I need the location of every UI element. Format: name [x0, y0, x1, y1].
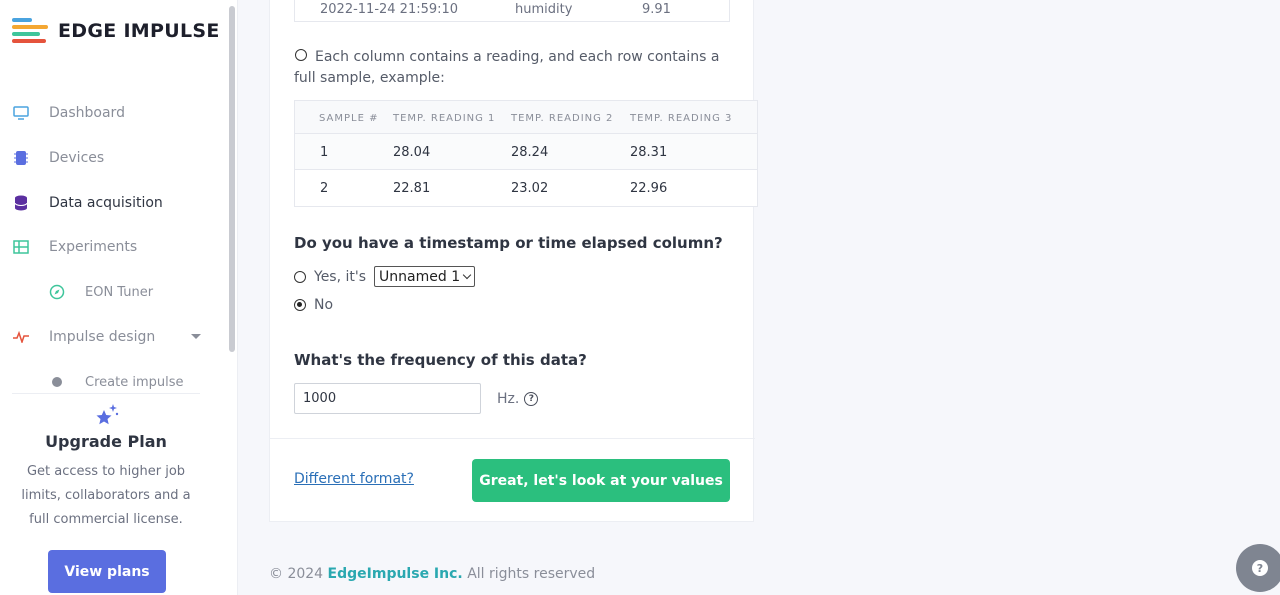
table-cell: 23.02: [511, 181, 549, 196]
different-format-link[interactable]: Different format?: [294, 471, 414, 487]
column-header: SAMPLE #: [319, 113, 379, 124]
logo[interactable]: EDGE IMPULSE: [12, 18, 220, 44]
view-plans-button[interactable]: View plans: [48, 550, 166, 593]
sidebar-item-devices[interactable]: Devices: [0, 138, 228, 178]
column-header: TEMP. READING 2: [511, 113, 614, 124]
timestamp-column-select[interactable]: Unnamed 1: [374, 266, 476, 287]
sidebar-item-create-impulse[interactable]: Create impulse: [0, 362, 228, 392]
option-columns-radio[interactable]: [295, 49, 307, 61]
timestamp-no-radio[interactable]: [294, 299, 306, 311]
sidebar-item-experiments[interactable]: Experiments: [0, 227, 228, 267]
sidebar-item-label: Devices: [49, 150, 105, 166]
sidebar-item-label: Impulse design: [49, 329, 156, 345]
sidebar-item-label: Data acquisition: [49, 195, 163, 211]
sparkle-star-icon: [96, 404, 119, 425]
help-icon[interactable]: ?: [524, 392, 539, 406]
frequency-unit-label: Hz.: [497, 391, 520, 407]
pulse-icon: [12, 328, 30, 346]
sidebar-item-eon-tuner[interactable]: EON Tuner: [0, 272, 228, 312]
upgrade-title: Upgrade Plan: [45, 432, 167, 451]
example-table-partial: 2022-11-24 21:59:10 humidity 9.91: [294, 0, 730, 22]
brand-name: EDGE IMPULSE: [58, 20, 220, 42]
timestamp-no-label: No: [314, 297, 334, 313]
sidebar-item-dashboard[interactable]: Dashboard: [0, 93, 228, 133]
table-cell: humidity: [515, 2, 573, 17]
table-cell: 2022-11-24 21:59:10: [320, 2, 459, 17]
look-at-values-button[interactable]: Great, let's look at your values: [472, 459, 730, 502]
table-cell: 1: [320, 145, 329, 160]
footer-copyright: © 2024: [269, 566, 324, 582]
table-cell: 22.81: [393, 181, 431, 196]
sidebar-item-label: Experiments: [49, 239, 138, 255]
monitor-icon: [12, 104, 30, 122]
timestamp-yes-label: Yes, it's: [314, 268, 367, 285]
sidebar-nav: EDGE IMPULSE Dashboard Devices Data acqu…: [0, 0, 238, 392]
database-icon: [12, 194, 30, 212]
divider: [270, 438, 755, 439]
table-cell: 9.91: [642, 2, 671, 17]
option-columns-label: Each column contains a reading, and each…: [294, 49, 720, 86]
timestamp-question: Do you have a timestamp or time elapsed …: [294, 234, 723, 252]
dot-icon: [48, 373, 66, 391]
upload-format-card: 2022-11-24 21:59:10 humidity 9.91 Each c…: [269, 0, 758, 522]
table-cell: 22.96: [630, 181, 668, 196]
footer-rights: All rights reserved: [467, 566, 596, 582]
footer: © 2024 EdgeImpulse Inc. All rights reser…: [269, 566, 595, 582]
compass-icon: [48, 283, 66, 301]
table-header: SAMPLE # TEMP. READING 1 TEMP. READING 2…: [295, 101, 757, 134]
chevron-down-icon[interactable]: [191, 334, 201, 339]
sidebar-item-impulse-design[interactable]: Impulse design: [0, 317, 228, 357]
sidebar-item-label: Dashboard: [49, 105, 125, 121]
chevron-down-icon: [462, 270, 472, 279]
footer-company-link[interactable]: EdgeImpulse Inc.: [328, 566, 463, 582]
timestamp-no-option[interactable]: No: [294, 297, 333, 313]
frequency-input[interactable]: [294, 383, 481, 414]
table-cell: 28.24: [511, 145, 549, 160]
upgrade-panel: Upgrade Plan Get access to higher job li…: [12, 393, 200, 593]
sidebar: EDGE IMPULSE Dashboard Devices Data acqu…: [0, 0, 238, 595]
chip-icon: [12, 149, 30, 167]
table-row: 2 22.81 23.02 22.96: [295, 170, 757, 206]
sidebar-item-label: EON Tuner: [85, 284, 154, 300]
timestamp-yes-option[interactable]: Yes, it's Unnamed 1: [294, 266, 476, 287]
table-cell: 2: [320, 181, 329, 196]
upgrade-description: Get access to higher job limits, collabo…: [21, 464, 191, 527]
sample-table: SAMPLE # TEMP. READING 1 TEMP. READING 2…: [294, 100, 758, 207]
option-columns[interactable]: Each column contains a reading, and each…: [294, 47, 734, 89]
sidebar-item-data-acquisition[interactable]: Data acquisition: [0, 183, 228, 223]
table-cell: 28.04: [393, 145, 431, 160]
timestamp-yes-radio[interactable]: [294, 270, 306, 283]
question-icon: ?: [1252, 560, 1268, 576]
column-header: TEMP. READING 3: [630, 113, 733, 124]
help-chat-button[interactable]: ?: [1236, 544, 1280, 592]
column-header: TEMP. READING 1: [393, 113, 496, 124]
table-row: 1 28.04 28.24 28.31: [295, 134, 757, 170]
sidebar-item-label: Create impulse: [85, 374, 184, 390]
frequency-unit: Hz. ?: [497, 391, 539, 407]
table-cell: 28.31: [630, 145, 668, 160]
sidebar-scrollbar[interactable]: [229, 6, 235, 352]
edge-impulse-logo-icon: [12, 18, 48, 44]
timestamp-column-value: Unnamed 1: [379, 268, 461, 285]
frequency-question: What's the frequency of this data?: [294, 351, 587, 369]
grid-icon: [12, 238, 30, 256]
